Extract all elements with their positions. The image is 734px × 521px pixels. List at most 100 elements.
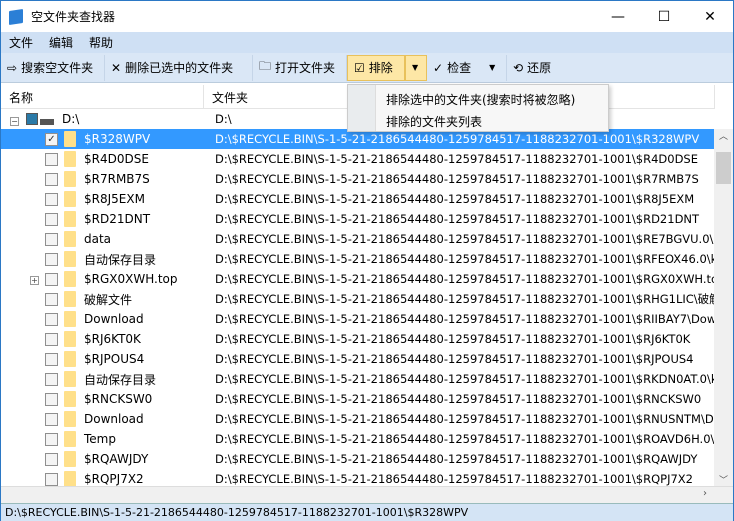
- folder-name: 自动保存目录: [84, 252, 157, 267]
- folder-path: D:\$RECYCLE.BIN\S-1-5-21-2186544480-1259…: [215, 232, 714, 246]
- arrow-right-icon: ⇨: [7, 60, 18, 75]
- folder-icon: [64, 131, 76, 147]
- folder-icon: [64, 171, 76, 187]
- check-button[interactable]: ✓ 检查 ▼: [427, 54, 507, 81]
- scroll-up-icon[interactable]: ︿: [714, 129, 733, 142]
- folder-name: $R328WPV: [84, 132, 151, 146]
- folder-path: D:\$RECYCLE.BIN\S-1-5-21-2186544480-1259…: [215, 432, 714, 446]
- menu-file[interactable]: 文件: [1, 34, 41, 51]
- folder-name: $RGX0XWH.top: [84, 272, 178, 286]
- menu-bar: 文件 编辑 帮助: [1, 32, 733, 53]
- menu-help[interactable]: 帮助: [81, 34, 121, 51]
- minimize-button[interactable]: —: [595, 1, 641, 32]
- folder-icon: [64, 371, 76, 387]
- table-row[interactable]: $R8J5EXM D:\$RECYCLE.BIN\S-1-5-21-2186544…: [1, 189, 714, 209]
- chevron-down-icon: ▼: [412, 63, 419, 72]
- table-row[interactable]: Download D:\$RECYCLE.BIN\S-1-5-21-2186544…: [1, 309, 714, 329]
- table-row[interactable]: $RNCKSW0 D:\$RECYCLE.BIN\S-1-5-21-2186544…: [1, 389, 714, 409]
- folder-name: $RJPOUS4: [84, 352, 145, 366]
- check-icon: ✓: [433, 60, 444, 75]
- folder-name: $RQAWJDY: [84, 452, 149, 466]
- scroll-right-icon[interactable]: ›: [703, 488, 707, 499]
- folder-name: data: [84, 232, 112, 246]
- table-row[interactable]: $RQPJ7X2 D:\$RECYCLE.BIN\S-1-5-21-2186544…: [1, 469, 714, 486]
- row-checkbox[interactable]: ✓: [45, 132, 58, 146]
- folder-path: D:\$RECYCLE.BIN\S-1-5-21-2186544480-1259…: [215, 172, 699, 186]
- folder-icon: [64, 211, 76, 227]
- folder-name: Temp: [84, 432, 116, 446]
- close-button[interactable]: ✕: [687, 1, 733, 32]
- table-row[interactable]: $RJ6KT0K D:\$RECYCLE.BIN\S-1-5-21-2186544…: [1, 329, 714, 349]
- folder-icon: [64, 291, 76, 307]
- table-row[interactable]: $R4D0DSE D:\$RECYCLE.BIN\S-1-5-21-2186544…: [1, 149, 714, 169]
- folder-path: D:\$RECYCLE.BIN\S-1-5-21-2186544480-1259…: [215, 132, 700, 146]
- menu-edit[interactable]: 编辑: [41, 34, 81, 51]
- row-checkbox[interactable]: [45, 152, 58, 166]
- table-row[interactable]: $RD21DNT D:\$RECYCLE.BIN\S-1-5-21-2186544…: [1, 209, 714, 229]
- row-checkbox[interactable]: [45, 312, 58, 326]
- folder-tree-list: − D:\ D:\ ✓ $R328WPV D:\$RECYCLE.BIN\S-1-5…: [1, 109, 714, 486]
- table-row[interactable]: Temp D:\$RECYCLE.BIN\S-1-5-21-2186544480-…: [1, 429, 714, 449]
- status-bar: D:\$RECYCLE.BIN\S-1-5-21-2186544480-1259…: [1, 503, 733, 521]
- row-checkbox[interactable]: [45, 332, 58, 346]
- folder-icon: [64, 151, 76, 167]
- folder-path: D:\$RECYCLE.BIN\S-1-5-21-2186544480-1259…: [215, 372, 714, 386]
- exclude-dropdown-arrow[interactable]: ▼: [405, 54, 427, 81]
- folder-name: $R4D0DSE: [84, 152, 149, 166]
- folder-name: 自动保存目录: [84, 372, 157, 387]
- row-checkbox[interactable]: [45, 272, 58, 286]
- folder-icon: 🗀: [259, 59, 272, 73]
- row-checkbox[interactable]: [45, 412, 58, 426]
- row-checkbox[interactable]: [45, 432, 58, 446]
- folder-name: $R7RMB7S: [84, 172, 150, 186]
- table-row[interactable]: data D:\$RECYCLE.BIN\S-1-5-21-2186544480-…: [1, 229, 714, 249]
- menu-item-excluded-list[interactable]: 排除的文件夹列表: [386, 113, 482, 130]
- folder-icon: [64, 311, 76, 327]
- table-row[interactable]: + $RGX0XWH.top D:\$RECYCLE.BIN\S-1-5-21-21…: [1, 269, 714, 289]
- horizontal-scrollbar[interactable]: ›: [1, 486, 733, 503]
- row-checkbox[interactable]: [45, 452, 58, 466]
- menu-item-exclude-selected[interactable]: 排除选中的文件夹(搜索时将被忽略): [386, 91, 575, 108]
- row-checkbox[interactable]: [45, 192, 58, 206]
- table-row[interactable]: 自动保存目录 D:\$RECYCLE.BIN\S-1-5-21-218654448…: [1, 249, 714, 269]
- folder-name: $R8J5EXM: [84, 192, 145, 206]
- exclude-button[interactable]: ☑ 排除: [347, 54, 405, 81]
- tristate-checkbox[interactable]: [26, 113, 38, 125]
- open-folder-button[interactable]: 🗀 打开文件夹: [253, 54, 347, 81]
- exclude-icon: ☑: [354, 60, 365, 75]
- row-checkbox[interactable]: [45, 292, 58, 306]
- row-checkbox[interactable]: [45, 232, 58, 246]
- expand-icon[interactable]: +: [30, 276, 39, 285]
- table-row[interactable]: 破解文件 D:\$RECYCLE.BIN\S-1-5-21-2186544480-…: [1, 289, 714, 309]
- row-checkbox[interactable]: [45, 252, 58, 266]
- folder-path: D:\$RECYCLE.BIN\S-1-5-21-2186544480-1259…: [215, 292, 714, 306]
- table-row[interactable]: $R7RMB7S D:\$RECYCLE.BIN\S-1-5-21-2186544…: [1, 169, 714, 189]
- row-checkbox[interactable]: [45, 472, 58, 486]
- delete-selected-button[interactable]: ✕ 删除已选中的文件夹: [105, 54, 253, 81]
- folder-icon: [64, 391, 76, 407]
- folder-icon: [64, 471, 76, 486]
- folder-path: D:\$RECYCLE.BIN\S-1-5-21-2186544480-1259…: [215, 212, 700, 226]
- folder-name: $RNCKSW0: [84, 392, 153, 406]
- search-empty-folders-button[interactable]: ⇨ 搜索空文件夹: [1, 54, 105, 81]
- table-row[interactable]: $RJPOUS4 D:\$RECYCLE.BIN\S-1-5-21-2186544…: [1, 349, 714, 369]
- row-checkbox[interactable]: [45, 352, 58, 366]
- folder-path: D:\$RECYCLE.BIN\S-1-5-21-2186544480-1259…: [215, 452, 698, 466]
- restore-button[interactable]: ⟲ 还原: [507, 55, 557, 81]
- row-checkbox[interactable]: [45, 372, 58, 386]
- scroll-thumb[interactable]: [716, 152, 731, 184]
- table-row[interactable]: Download D:\$RECYCLE.BIN\S-1-5-21-2186544…: [1, 409, 714, 429]
- table-row[interactable]: ✓ $R328WPV D:\$RECYCLE.BIN\S-1-5-21-218654…: [1, 129, 714, 149]
- row-checkbox[interactable]: [45, 172, 58, 186]
- row-checkbox[interactable]: [45, 392, 58, 406]
- maximize-button[interactable]: ☐: [641, 1, 687, 32]
- vertical-scrollbar[interactable]: ︿ ﹀: [714, 129, 733, 486]
- row-checkbox[interactable]: [45, 212, 58, 226]
- column-name[interactable]: 名称: [1, 85, 204, 108]
- folder-path: D:\$RECYCLE.BIN\S-1-5-21-2186544480-1259…: [215, 312, 714, 326]
- collapse-icon[interactable]: −: [10, 117, 19, 126]
- table-row[interactable]: 自动保存目录 D:\$RECYCLE.BIN\S-1-5-21-218654448…: [1, 369, 714, 389]
- table-row[interactable]: $RQAWJDY D:\$RECYCLE.BIN\S-1-5-21-2186544…: [1, 449, 714, 469]
- scroll-down-icon[interactable]: ﹀: [714, 473, 733, 486]
- folder-name: Download: [84, 312, 144, 326]
